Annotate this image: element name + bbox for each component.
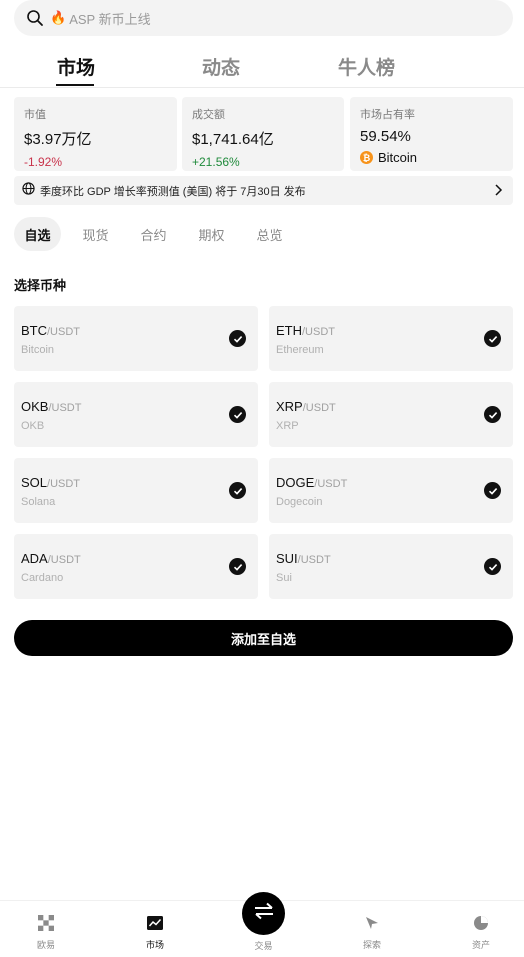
coin-card-ada[interactable]: ADA/USDT Cardano: [14, 534, 258, 599]
market-cap-value: $3.97万亿: [24, 131, 92, 148]
top-tabs: 市场 动态 牛人榜: [0, 48, 524, 88]
tab-market[interactable]: 市场: [57, 53, 95, 80]
coin-quote: /USDT: [48, 402, 82, 414]
subtab-options[interactable]: 期权: [188, 217, 235, 251]
coin-quote: /USDT: [302, 326, 335, 338]
nav-assets[interactable]: 资产: [451, 901, 511, 957]
coin-symbol: DOGE: [276, 475, 315, 490]
coin-name: Dogecoin: [276, 496, 323, 508]
coin-quote: /USDT: [302, 402, 336, 414]
subtab-futures[interactable]: 合约: [130, 217, 177, 251]
add-to-watchlist-button[interactable]: 添加至自选: [14, 620, 513, 656]
market-cap-card[interactable]: 市值 $3.97万亿 -1.92%: [14, 97, 177, 171]
coin-card-xrp[interactable]: XRP/USDT XRP: [269, 382, 513, 447]
market-cap-label: 市值: [24, 109, 46, 121]
tab-leaderboard[interactable]: 牛人榜: [338, 53, 395, 80]
checkmark-icon[interactable]: [229, 482, 246, 499]
announcement-banner[interactable]: 季度环比 GDP 增长率预测值 (美国) 将于 7月30日 发布: [14, 176, 513, 205]
checkmark-icon[interactable]: [229, 558, 246, 575]
checkmark-icon[interactable]: [484, 330, 501, 347]
section-title: 选择币种: [14, 278, 67, 293]
dominance-card[interactable]: 市场占有率 59.54% ₿ Bitcoin: [350, 97, 513, 171]
coin-symbol: ETH: [276, 323, 302, 338]
nav-label: 探索: [362, 940, 381, 950]
coin-symbol: XRP: [276, 399, 303, 414]
trade-button[interactable]: [242, 892, 285, 935]
coin-name: Solana: [21, 496, 56, 508]
volume-card[interactable]: 成交额 $1,741.64亿 +21.56%: [182, 97, 344, 171]
coin-card-doge[interactable]: DOGE/USDT Dogecoin: [269, 458, 513, 523]
coin-quote: /USDT: [314, 478, 348, 490]
coin-symbol: SUI: [276, 551, 298, 566]
coin-name: XRP: [276, 420, 299, 432]
chevron-right-icon: [493, 183, 503, 202]
volume-value: $1,741.64亿: [192, 131, 274, 148]
search-icon: [26, 9, 44, 27]
tab-feed[interactable]: 动态: [202, 53, 240, 80]
checkmark-icon[interactable]: [484, 406, 501, 423]
coin-name: OKB: [21, 420, 45, 432]
fire-icon: 🔥: [50, 10, 67, 25]
subtab-spot[interactable]: 现货: [72, 217, 119, 251]
coin-name: Sui: [276, 572, 292, 584]
globe-icon: [22, 181, 35, 200]
coin-quote: /USDT: [297, 554, 331, 566]
nav-label: 市场: [145, 940, 164, 950]
checkmark-icon[interactable]: [484, 482, 501, 499]
market-chart-icon: [146, 914, 164, 932]
swap-arrows-icon: [253, 902, 275, 925]
nav-explore[interactable]: 探索: [342, 901, 402, 957]
checkmark-icon[interactable]: [484, 558, 501, 575]
coin-card-sol[interactable]: SOL/USDT Solana: [14, 458, 258, 523]
coin-name: Bitcoin: [21, 344, 55, 356]
active-tab-indicator: [56, 84, 94, 86]
coin-name: Ethereum: [276, 344, 324, 356]
dominance-value: 59.54%: [360, 128, 411, 145]
dominance-label: 市场占有率: [360, 109, 415, 121]
subtab-watchlist[interactable]: 自选: [14, 217, 61, 251]
compass-icon: [363, 914, 381, 932]
okx-logo-icon: [37, 914, 55, 932]
tabs-divider: [0, 87, 524, 88]
coin-quote: /USDT: [47, 478, 81, 490]
checkmark-icon[interactable]: [229, 406, 246, 423]
pie-chart-icon: [472, 914, 490, 932]
coin-symbol: SOL: [21, 475, 48, 490]
nav-label: 资产: [471, 940, 490, 950]
nav-okx[interactable]: 欧易: [16, 901, 76, 957]
nav-market[interactable]: 市场: [125, 901, 185, 957]
volume-change: +21.56%: [192, 155, 240, 169]
coin-card-btc[interactable]: BTC/USDT Bitcoin: [14, 306, 258, 371]
coin-name: Cardano: [21, 572, 64, 584]
search-bar[interactable]: 🔥 ASP 新币上线: [14, 0, 513, 36]
announcement-text: 季度环比 GDP 增长率预测值 (美国) 将于 7月30日 发布: [40, 185, 306, 198]
coin-quote: /USDT: [47, 554, 81, 566]
search-placeholder: ASP 新币上线: [69, 11, 151, 27]
volume-label: 成交额: [192, 109, 225, 121]
dominance-coin: Bitcoin: [378, 150, 418, 165]
coin-symbol: ADA: [21, 551, 48, 566]
nav-label: 欧易: [36, 940, 55, 950]
checkmark-icon[interactable]: [229, 330, 246, 347]
coin-card-okb[interactable]: OKB/USDT OKB: [14, 382, 258, 447]
bitcoin-icon: ₿: [360, 151, 373, 164]
coin-card-sui[interactable]: SUI/USDT Sui: [269, 534, 513, 599]
subtab-overview[interactable]: 总览: [246, 217, 293, 251]
market-cap-change: -1.92%: [24, 155, 63, 169]
coin-quote: /USDT: [47, 326, 80, 338]
coin-symbol: OKB: [21, 399, 49, 414]
coin-card-eth[interactable]: ETH/USDT Ethereum: [269, 306, 513, 371]
nav-label-trade: 交易: [254, 941, 273, 951]
coin-symbol: BTC: [21, 323, 47, 338]
